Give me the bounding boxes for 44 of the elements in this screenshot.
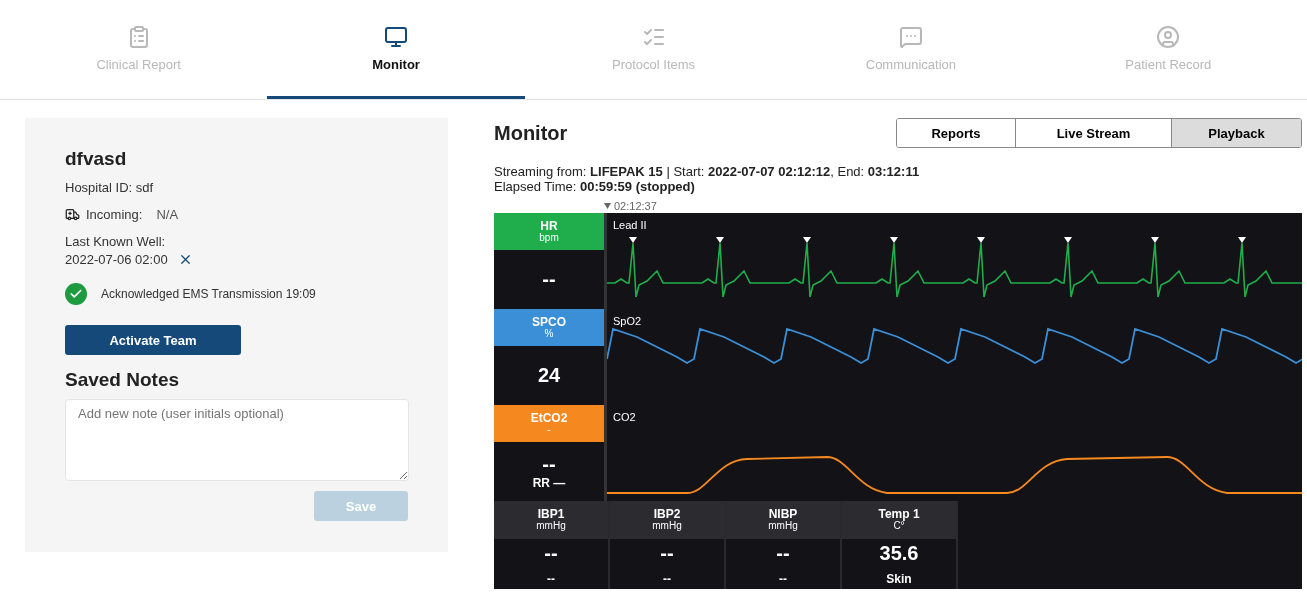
vital-label: Temp 1 C° (842, 501, 956, 539)
vital-label: IBP2 mmHg (610, 501, 724, 539)
vital-sub-value: Skin (886, 571, 912, 586)
view-toggle-button[interactable]: Playback (1171, 119, 1301, 147)
last-known-well-value: 2022-07-06 02:00 (65, 252, 168, 267)
elapsed-time: Elapsed Time: 00:59:59 (stopped) (494, 179, 696, 194)
channel-label: SPCO % (494, 309, 604, 346)
channel-value: -- (542, 453, 556, 476)
incoming-label: Incoming: (86, 207, 143, 222)
channel-label: EtCO2 - (494, 405, 604, 442)
monitor-title: Monitor (494, 121, 568, 145)
marker-time: 02:12:37 (614, 199, 657, 212)
ambulance-icon (65, 207, 80, 222)
vital-value: -- (544, 542, 558, 566)
monitor-icon (384, 24, 409, 49)
check-icon (65, 283, 87, 305)
vital-label: IBP1 mmHg (494, 501, 608, 539)
chat-icon (898, 24, 923, 49)
vital-value: -- (776, 542, 790, 566)
nav-tab[interactable]: Monitor (267, 0, 525, 99)
channel-value: -- (542, 268, 556, 291)
waveform-label: SpO2 (613, 315, 642, 327)
acknowledgement-text: Acknowledged EMS Transmission 19:09 (101, 287, 316, 301)
vital-value: -- (660, 542, 674, 566)
waveform-label: CO2 (613, 411, 636, 423)
incoming-value: N/A (156, 207, 179, 222)
channel-label: HR bpm (494, 213, 604, 250)
last-known-well-label: Last Known Well: (65, 234, 167, 249)
marker-icon (604, 202, 611, 209)
user-icon (1156, 24, 1181, 49)
channel-value: 24 (537, 364, 561, 387)
streaming-info: Streaming from: LIFEPAK 15 | Start: 2022-07-07 02:12:12, End: 03:12:11 (494, 164, 921, 179)
vital-sub-value: -- (547, 571, 555, 586)
notes-heading: Saved Notes (65, 369, 181, 391)
channel-sub-value: RR — (532, 476, 566, 490)
vital-sub-value: -- (779, 571, 787, 586)
hospital-id: Hospital ID: sdf (65, 180, 155, 195)
vital-value: 35.6 (879, 542, 919, 566)
patient-name: dfvasd (65, 148, 128, 170)
note-input-field[interactable]: Add new note (user initials optional) (65, 399, 409, 481)
waveform-label: Lead II (613, 219, 647, 231)
activate-team-button[interactable]: Activate Team (65, 325, 241, 355)
vital-sub-value: -- (663, 571, 671, 586)
vital-label: NIBP mmHg (726, 501, 840, 539)
